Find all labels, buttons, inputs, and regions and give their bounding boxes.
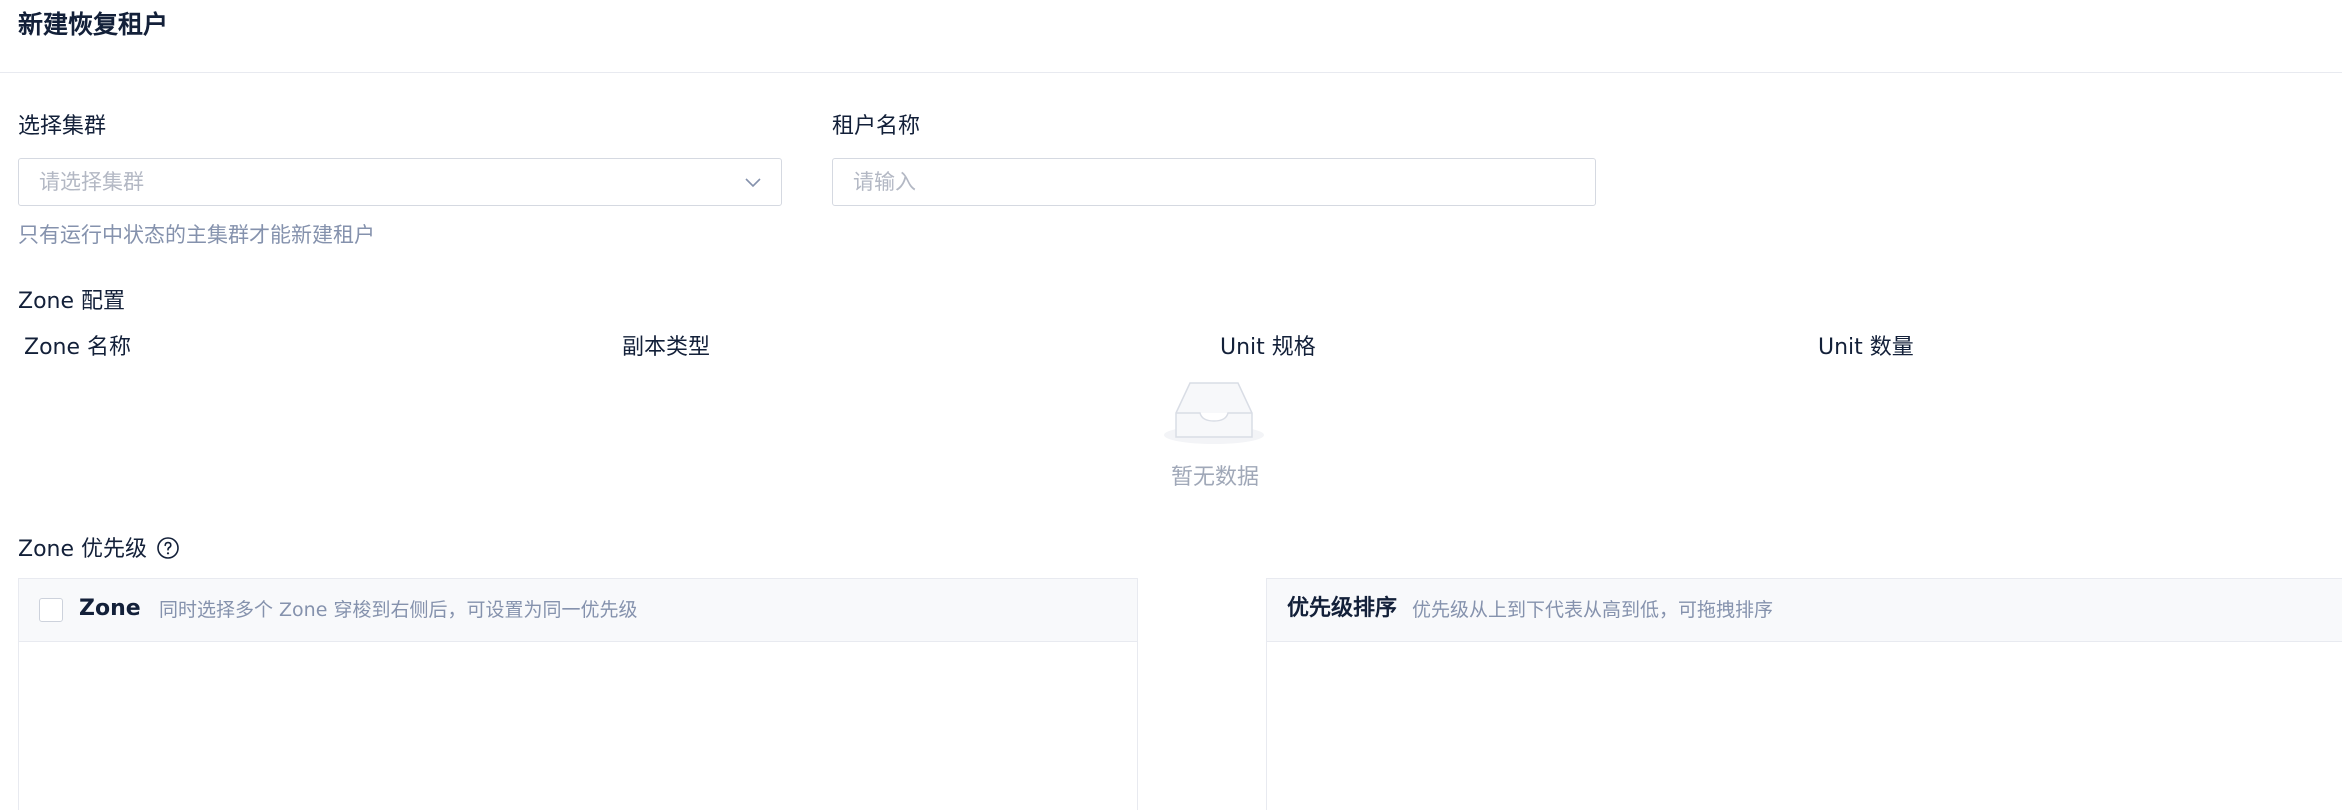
page-header: 新建恢复租户 (0, 0, 2342, 73)
zone-source-panel-header: Zone 同时选择多个 Zone 穿梭到右侧后，可设置为同一优先级 (19, 579, 1137, 642)
page-title: 新建恢复租户 (18, 10, 169, 39)
tenant-name-input[interactable] (832, 158, 1596, 206)
empty-inbox-icon (1164, 382, 1264, 444)
column-header-unit-count: Unit 数量 (1818, 335, 1914, 360)
zone-source-panel-hint: 同时选择多个 Zone 穿梭到右侧后，可设置为同一优先级 (159, 599, 638, 621)
question-circle-icon[interactable] (156, 536, 180, 560)
tenant-name-label: 租户名称 (832, 114, 921, 139)
page: 新建恢复租户 选择集群 请选择集群 只有运行中状态的主集群才能新建租户 租户名称… (0, 0, 2342, 810)
cluster-select[interactable]: 请选择集群 (18, 158, 782, 206)
cluster-select-placeholder: 请选择集群 (39, 170, 144, 194)
select-all-checkbox[interactable] (39, 598, 63, 622)
zone-priority-label: Zone 优先级 (18, 537, 148, 562)
column-header-unit-spec: Unit 规格 (1220, 335, 1316, 360)
zone-priority-panel-title: 优先级排序 (1287, 596, 1398, 621)
cluster-label: 选择集群 (18, 114, 107, 139)
cluster-help-text: 只有运行中状态的主集群才能新建租户 (18, 223, 375, 247)
zone-priority-panel-hint: 优先级从上到下代表从高到低，可拖拽排序 (1412, 599, 1774, 621)
zone-source-panel: Zone 同时选择多个 Zone 穿梭到右侧后，可设置为同一优先级 (18, 578, 1138, 810)
column-header-zone-name: Zone 名称 (24, 335, 132, 360)
zone-config-label: Zone 配置 (18, 289, 126, 314)
zone-priority-panel: 优先级排序 优先级从上到下代表从高到低，可拖拽排序 (1266, 578, 2342, 810)
zone-priority-panel-header: 优先级排序 优先级从上到下代表从高到低，可拖拽排序 (1267, 579, 2342, 642)
column-header-replica-type: 副本类型 (622, 335, 711, 360)
empty-state: 暂无数据 (1150, 375, 1280, 495)
empty-state-text: 暂无数据 (1170, 465, 1259, 490)
chevron-down-icon (745, 178, 761, 188)
zone-source-panel-title: Zone (79, 596, 141, 621)
